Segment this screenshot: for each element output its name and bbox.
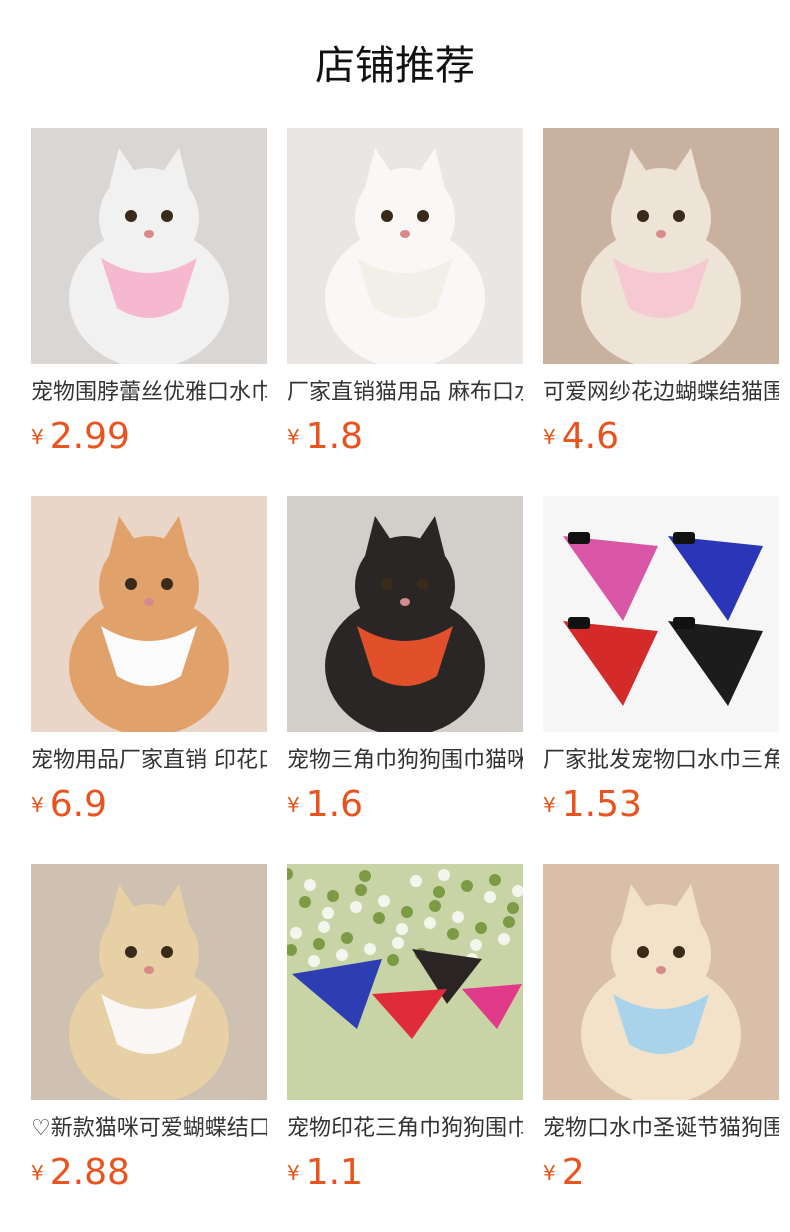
- product-photo: [31, 128, 267, 364]
- product-name[interactable]: 厂家批发宠物口水巾三角巾: [543, 746, 779, 776]
- currency-symbol: ¥: [31, 1161, 44, 1185]
- product-image[interactable]: [543, 864, 779, 1100]
- currency-symbol: ¥: [31, 425, 44, 449]
- currency-symbol: ¥: [543, 425, 556, 449]
- product-photo: [543, 496, 779, 732]
- price-value: 4.6: [561, 416, 619, 457]
- currency-symbol: ¥: [287, 1161, 300, 1185]
- product-photo: [287, 864, 523, 1100]
- price-value: 1.1: [305, 1152, 363, 1193]
- product-photo: [287, 128, 523, 364]
- currency-symbol: ¥: [287, 793, 300, 817]
- product-price: ¥2.88: [31, 1152, 130, 1194]
- currency-symbol: ¥: [31, 793, 44, 817]
- product-card[interactable]: 可爱网纱花边蝴蝶结猫围脖 ¥4.6: [543, 128, 779, 496]
- price-value: 2: [561, 1152, 585, 1193]
- product-name[interactable]: 宠物口水巾圣诞节猫狗围兜: [543, 1114, 779, 1144]
- product-price: ¥4.6: [543, 416, 619, 458]
- product-card[interactable]: 宠物用品厂家直销 印花口水巾 ¥6.9: [31, 496, 267, 864]
- product-image[interactable]: [287, 864, 523, 1100]
- price-value: 2.99: [49, 416, 130, 457]
- product-card[interactable]: 宠物口水巾圣诞节猫狗围兜 ¥2: [543, 864, 779, 1232]
- price-value: 2.88: [49, 1152, 130, 1193]
- price-value: 1.53: [561, 784, 642, 825]
- price-value: 1.8: [305, 416, 363, 457]
- product-price: ¥1.8: [287, 416, 363, 458]
- product-card[interactable]: 宠物围脖蕾丝优雅口水巾 ¥2.99: [31, 128, 267, 496]
- currency-symbol: ¥: [543, 793, 556, 817]
- product-image[interactable]: [287, 128, 523, 364]
- product-name[interactable]: 厂家直销猫用品 麻布口水巾: [287, 378, 523, 408]
- product-grid: 宠物围脖蕾丝优雅口水巾 ¥2.99 厂家直销猫用品 麻布口水巾 ¥1.8 可爱网纱花边蝴…: [31, 128, 779, 1232]
- product-name[interactable]: 可爱网纱花边蝴蝶结猫围脖: [543, 378, 779, 408]
- product-photo: [31, 496, 267, 732]
- product-photo: [287, 496, 523, 732]
- section-title: 店铺推荐: [315, 43, 475, 89]
- product-name[interactable]: 宠物围脖蕾丝优雅口水巾: [31, 378, 267, 408]
- product-image[interactable]: [31, 864, 267, 1100]
- product-name[interactable]: ♡新款猫咪可爱蝴蝶结口水巾: [31, 1114, 267, 1144]
- product-photo: [543, 864, 779, 1100]
- price-value: 1.6: [305, 784, 363, 825]
- product-price: ¥2: [543, 1152, 585, 1194]
- product-price: ¥1.6: [287, 784, 363, 826]
- product-image[interactable]: [543, 128, 779, 364]
- product-price: ¥1.1: [287, 1152, 363, 1194]
- product-card[interactable]: ♡新款猫咪可爱蝴蝶结口水巾 ¥2.88: [31, 864, 267, 1232]
- currency-symbol: ¥: [287, 425, 300, 449]
- currency-symbol: ¥: [543, 1161, 556, 1185]
- product-image[interactable]: [31, 128, 267, 364]
- product-image[interactable]: [543, 496, 779, 732]
- product-price: ¥2.99: [31, 416, 130, 458]
- price-value: 6.9: [49, 784, 107, 825]
- product-name[interactable]: 宠物用品厂家直销 印花口水巾: [31, 746, 267, 776]
- product-card[interactable]: 宠物三角巾狗狗围巾猫咪口水巾 ¥1.6: [287, 496, 523, 864]
- product-name[interactable]: 宠物印花三角巾狗狗围巾: [287, 1114, 523, 1144]
- product-card[interactable]: 宠物印花三角巾狗狗围巾 ¥1.1: [287, 864, 523, 1232]
- product-image[interactable]: [287, 496, 523, 732]
- product-price: ¥6.9: [31, 784, 107, 826]
- product-card[interactable]: 厂家批发宠物口水巾三角巾 ¥1.53: [543, 496, 779, 864]
- product-image[interactable]: [31, 496, 267, 732]
- product-price: ¥1.53: [543, 784, 642, 826]
- product-photo: [543, 128, 779, 364]
- product-name[interactable]: 宠物三角巾狗狗围巾猫咪口水巾: [287, 746, 523, 776]
- product-card[interactable]: 厂家直销猫用品 麻布口水巾 ¥1.8: [287, 128, 523, 496]
- product-photo: [31, 864, 267, 1100]
